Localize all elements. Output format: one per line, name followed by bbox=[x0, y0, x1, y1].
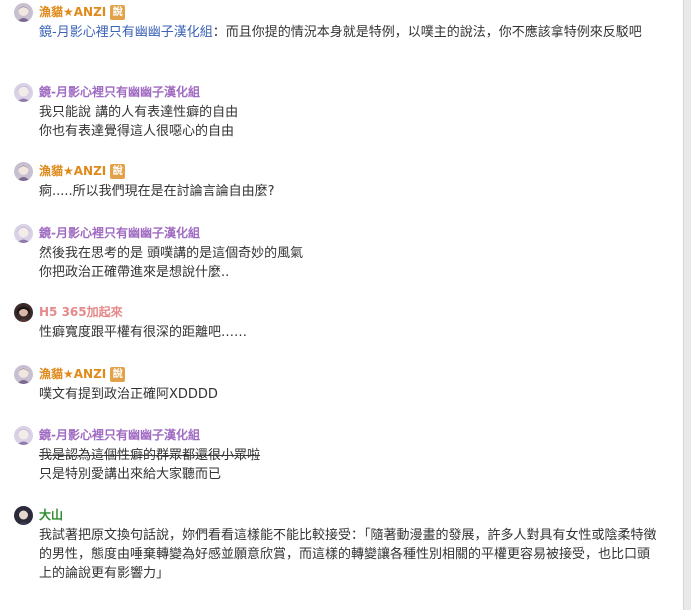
response-text: 噗文有提到政治正確阿XDDDD bbox=[39, 385, 660, 404]
user-avatar[interactable] bbox=[14, 425, 33, 445]
user-avatar[interactable] bbox=[14, 302, 33, 322]
plurk-response-thread: 漁貓★ANZI 說 鏡-月影心裡只有幽幽子漢化組：而且你提的情況本身就是特例，以… bbox=[0, 0, 684, 610]
response-item: 鏡-月影心裡只有幽幽子漢化組 我只能說 講的人有表達性癖的自由 你也有表達覺得這… bbox=[0, 82, 684, 142]
response-item: 漁貓★ANZI 說 噗文有提到政治正確阿XDDDD bbox=[0, 364, 684, 404]
response-item: 鏡-月影心裡只有幽幽子漢化組 我是認為這個性癖的群眾都還很小眾啦 只是特別愛講出… bbox=[0, 425, 684, 487]
response-line: 你也有表達覺得這人很噁心的自由 bbox=[39, 124, 235, 139]
response-item: 大山 我試著把原文換句話說，妳們看看這樣能不能比較接受：「隨著動漫畫的發展，許多… bbox=[0, 505, 684, 605]
response-line: 然後我在思考的是 頭噗講的是這個奇妙的風氣 bbox=[39, 246, 304, 261]
response-header: 大山 bbox=[14, 505, 63, 525]
speech-badge-icon: 說 bbox=[110, 366, 126, 382]
scrollbar-track[interactable] bbox=[683, 0, 691, 610]
response-text: 痾.....所以我們現在是在討論言論自由麼? bbox=[39, 182, 660, 201]
user-name[interactable]: 鏡-月影心裡只有幽幽子漢化組 bbox=[39, 425, 200, 445]
speech-badge-icon: 說 bbox=[110, 4, 126, 20]
response-header: 漁貓★ANZI 說 bbox=[14, 161, 126, 181]
user-name[interactable]: 漁貓★ANZI bbox=[39, 161, 106, 181]
speech-badge-icon: 說 bbox=[110, 163, 126, 179]
response-text: 我是認為這個性癖的群眾都還很小眾啦 只是特別愛講出來給大家聽而已 bbox=[39, 446, 660, 484]
user-avatar[interactable] bbox=[14, 364, 33, 384]
response-header: 鏡-月影心裡只有幽幽子漢化組 bbox=[14, 425, 200, 445]
response-header: 漁貓★ANZI 說 bbox=[14, 2, 126, 22]
response-header: 鏡-月影心裡只有幽幽子漢化組 bbox=[14, 82, 200, 102]
response-item: 漁貓★ANZI 說 鏡-月影心裡只有幽幽子漢化組：而且你提的情況本身就是特例，以… bbox=[0, 2, 684, 64]
user-avatar[interactable] bbox=[14, 2, 33, 22]
user-name[interactable]: 大山 bbox=[39, 505, 63, 525]
response-line: 性癖寬度跟平權有很深的距離吧…… bbox=[39, 325, 248, 340]
user-avatar[interactable] bbox=[14, 161, 33, 181]
response-line: 你把政治正確帶進來是想說什麼.. bbox=[39, 265, 230, 280]
user-name[interactable]: 漁貓★ANZI bbox=[39, 364, 106, 384]
response-text: 性癖寬度跟平權有很深的距離吧…… bbox=[39, 323, 660, 342]
response-line: 痾.....所以我們現在是在討論言論自由麼? bbox=[39, 184, 275, 199]
user-name[interactable]: 鏡-月影心裡只有幽幽子漢化組 bbox=[39, 82, 200, 102]
response-header: H5 365加起來 bbox=[14, 302, 123, 322]
response-line: 我是認為這個性癖的群眾都還很小眾啦 bbox=[39, 448, 261, 463]
response-header: 漁貓★ANZI 說 bbox=[14, 364, 126, 384]
response-item: H5 365加起來 性癖寬度跟平權有很深的距離吧…… bbox=[0, 302, 684, 342]
response-header: 鏡-月影心裡只有幽幽子漢化組 bbox=[14, 223, 200, 243]
response-line: 噗文有提到政治正確阿XDDDD bbox=[39, 387, 218, 402]
response-item: 鏡-月影心裡只有幽幽子漢化組 然後我在思考的是 頭噗講的是這個奇妙的風氣 你把政… bbox=[0, 223, 684, 283]
user-name[interactable]: 鏡-月影心裡只有幽幽子漢化組 bbox=[39, 223, 200, 243]
user-avatar[interactable] bbox=[14, 82, 33, 102]
response-text: 我試著把原文換句話說，妳們看看這樣能不能比較接受：「隨著動漫畫的發展，許多人對具… bbox=[39, 526, 660, 583]
response-text: 然後我在思考的是 頭噗講的是這個奇妙的風氣 你把政治正確帶進來是想說什麼.. bbox=[39, 244, 660, 282]
response-line: 我試著把原文換句話說，妳們看看這樣能不能比較接受：「隨著動漫畫的發展，許多人對具… bbox=[39, 528, 657, 581]
user-name[interactable]: H5 365加起來 bbox=[39, 302, 123, 322]
response-text: 我只能說 講的人有表達性癖的自由 你也有表達覺得這人很噁心的自由 bbox=[39, 103, 660, 141]
user-avatar[interactable] bbox=[14, 505, 33, 525]
response-line: ：而且你提的情況本身就是特例，以噗主的說法，你不應該拿特例來反駁吧 bbox=[212, 25, 642, 40]
user-name[interactable]: 漁貓★ANZI bbox=[39, 2, 106, 22]
reply-mention-link[interactable]: 鏡-月影心裡只有幽幽子漢化組 bbox=[39, 25, 213, 40]
response-text: 鏡-月影心裡只有幽幽子漢化組：而且你提的情況本身就是特例，以噗主的說法，你不應該… bbox=[39, 23, 660, 42]
response-line: 我只能說 講的人有表達性癖的自由 bbox=[39, 105, 239, 120]
response-line: 只是特別愛講出來給大家聽而已 bbox=[39, 467, 222, 482]
response-item: 漁貓★ANZI 說 痾.....所以我們現在是在討論言論自由麼? bbox=[0, 161, 684, 201]
user-avatar[interactable] bbox=[14, 223, 33, 243]
